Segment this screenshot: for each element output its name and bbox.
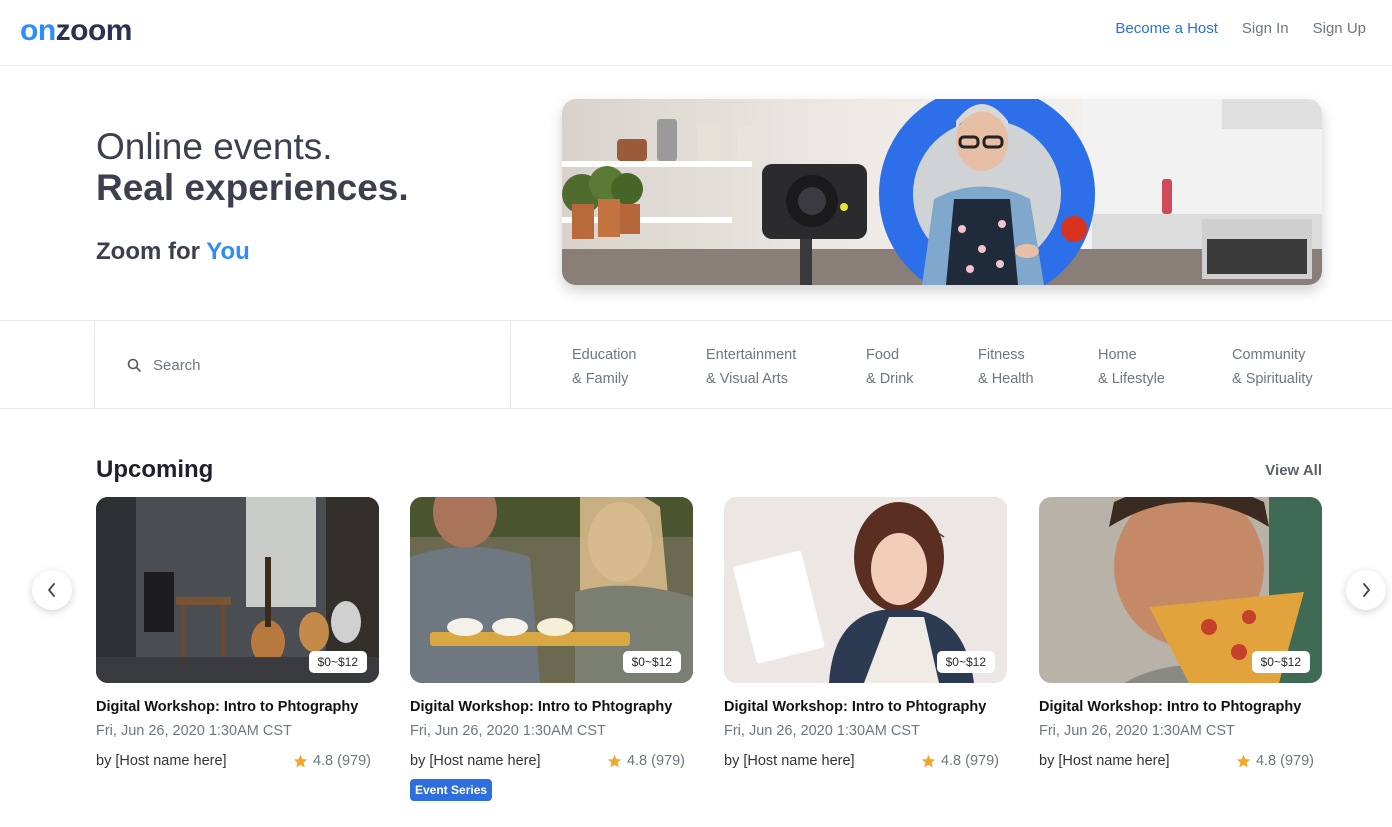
category-line2: & Spirituality [1232, 371, 1313, 387]
event-card-image: $0~$12 [1039, 497, 1322, 683]
hero-subtitle: Zoom for You [96, 238, 409, 266]
upcoming-heading: Upcoming [96, 456, 214, 483]
top-header: onzoom Become a Host Sign In Sign Up [0, 0, 1392, 66]
category-line1: Home [1098, 347, 1137, 363]
event-meta: by [Host name here] 4.8 (979) [410, 753, 693, 769]
event-card[interactable]: $0~$12 Digital Workshop: Intro to Phtogr… [96, 497, 379, 769]
event-card-image: $0~$12 [96, 497, 379, 683]
event-host: by [Host name here] [410, 753, 541, 769]
event-card[interactable]: $0~$12 Digital Workshop: Intro to Phtogr… [724, 497, 1007, 769]
event-title[interactable]: Digital Workshop: Intro to Phtography [410, 699, 693, 715]
hero-headline-2: Real experiences. [96, 167, 409, 208]
category-line2: & Lifestyle [1098, 371, 1165, 387]
search-input[interactable] [153, 352, 453, 378]
category-line1: Community [1232, 347, 1306, 363]
category-line1: Education [572, 347, 637, 363]
event-host: by [Host name here] [724, 753, 855, 769]
category-entertainment-visual-arts[interactable]: Entertainment & Visual Arts [706, 343, 796, 391]
star-icon [607, 754, 622, 768]
event-title[interactable]: Digital Workshop: Intro to Phtography [724, 699, 1007, 715]
event-date: Fri, Jun 26, 2020 1:30AM CST [724, 723, 920, 739]
search-icon [127, 358, 141, 372]
hero-kitchen-illustration [562, 99, 1322, 285]
hero-sub-accent: You [206, 238, 250, 265]
event-rating: 4.8 (979) [607, 753, 685, 769]
star-icon [921, 754, 936, 768]
rating-value: 4.8 (979) [312, 753, 371, 769]
category-food-drink[interactable]: Food & Drink [866, 343, 914, 391]
event-card[interactable]: $0~$12 Digital Workshop: Intro to Phtogr… [410, 497, 693, 801]
event-card-image: $0~$12 [724, 497, 1007, 683]
event-card-image: $0~$12 [410, 497, 693, 683]
category-community-spirituality[interactable]: Community & Spirituality [1232, 343, 1313, 391]
star-icon [293, 754, 308, 768]
view-all-link[interactable]: View All [1265, 462, 1322, 479]
category-line2: & Family [572, 371, 629, 387]
rating-value: 4.8 (979) [626, 753, 685, 769]
sign-up-link[interactable]: Sign Up [1313, 20, 1366, 37]
star-icon [1236, 754, 1251, 768]
event-meta: by [Host name here] 4.8 (979) [724, 753, 1007, 769]
event-card[interactable]: $0~$12 Digital Workshop: Intro to Phtogr… [1039, 497, 1322, 769]
logo-on-text: on [20, 14, 56, 47]
rating-value: 4.8 (979) [940, 753, 999, 769]
carousel-prev-button[interactable] [32, 570, 72, 610]
header-nav: Become a Host Sign In Sign Up [1115, 20, 1366, 37]
event-host: by [Host name here] [1039, 753, 1170, 769]
price-badge: $0~$12 [308, 651, 367, 673]
chevron-left-icon [48, 583, 55, 597]
event-rating: 4.8 (979) [1236, 753, 1314, 769]
price-badge: $0~$12 [1251, 651, 1310, 673]
category-education-family[interactable]: Education & Family [572, 343, 637, 391]
carousel-next-button[interactable] [1346, 570, 1386, 610]
category-line2: & Drink [866, 371, 914, 387]
event-title[interactable]: Digital Workshop: Intro to Phtography [1039, 699, 1322, 715]
hero-sub-prefix: Zoom for [96, 238, 200, 265]
event-date: Fri, Jun 26, 2020 1:30AM CST [410, 723, 606, 739]
category-line1: Food [866, 347, 900, 363]
event-title[interactable]: Digital Workshop: Intro to Phtography [96, 699, 379, 715]
logo-zoom-text: zoom [55, 14, 133, 47]
event-meta: by [Host name here] 4.8 (979) [96, 753, 379, 769]
hero-image [562, 99, 1322, 285]
event-date: Fri, Jun 26, 2020 1:30AM CST [96, 723, 292, 739]
event-series-badge: Event Series [410, 779, 493, 801]
event-rating: 4.8 (979) [921, 753, 999, 769]
become-host-link[interactable]: Become a Host [1115, 20, 1218, 37]
event-rating: 4.8 (979) [293, 753, 371, 769]
sign-in-link[interactable]: Sign In [1242, 20, 1289, 37]
event-host: by [Host name here] [96, 753, 227, 769]
category-line2: & Visual Arts [706, 371, 788, 387]
hero-headline-1: Online events. [96, 126, 333, 167]
price-badge: $0~$12 [936, 651, 995, 673]
category-line2: & Health [978, 371, 1034, 387]
zoom-logo[interactable]: onzoom [20, 14, 132, 48]
event-meta: by [Host name here] 4.8 (979) [1039, 753, 1322, 769]
category-home-lifestyle[interactable]: Home & Lifestyle [1098, 343, 1165, 391]
rating-value: 4.8 (979) [1255, 753, 1314, 769]
search-category-bar: Education & Family Entertainment & Visua… [0, 320, 1392, 409]
category-line1: Fitness [978, 347, 1025, 363]
price-badge: $0~$12 [622, 651, 681, 673]
search-box[interactable] [94, 321, 511, 409]
event-date: Fri, Jun 26, 2020 1:30AM CST [1039, 723, 1235, 739]
hero-text: Online events. Real experiences. Zoom fo… [96, 126, 409, 266]
category-fitness-health[interactable]: Fitness & Health [978, 343, 1034, 391]
chevron-right-icon [1363, 583, 1370, 597]
category-line1: Entertainment [706, 347, 797, 363]
